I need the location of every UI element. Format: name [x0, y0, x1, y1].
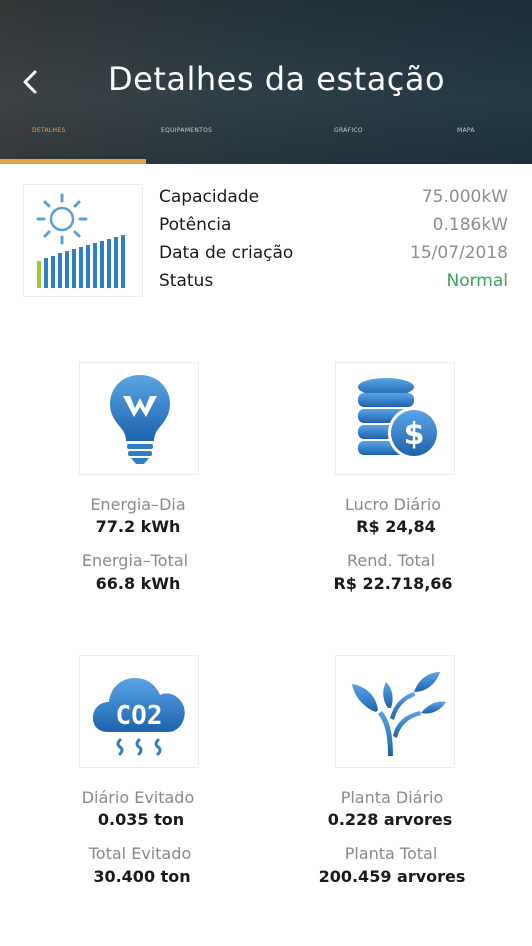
tab-mapa[interactable]: MAPA: [457, 127, 475, 134]
tab-grafico[interactable]: GRÁFICO: [334, 127, 363, 134]
co2-day-value: 0.035 ton: [97, 810, 185, 829]
creation-date-label: Data de criação: [159, 243, 294, 263]
energy-total-value: 66.8 kWh: [95, 574, 181, 593]
plant-card: [335, 655, 455, 768]
plant-day-label: Planta Diário: [340, 788, 444, 807]
page-title: Detalhes da estação: [108, 60, 446, 98]
energy-card: [79, 362, 199, 475]
co2-text: CO2: [116, 701, 163, 731]
tab-equipamentos[interactable]: EQUIPAMENTOS: [161, 127, 212, 134]
co2-total-value: 30.400 ton: [93, 867, 191, 886]
profit-total-label: Rend. Total: [346, 551, 436, 570]
creation-date-value: 15/07/2018: [410, 243, 508, 263]
solar-station-icon: [36, 193, 125, 288]
energy-total-label: Energia–Total: [81, 551, 189, 570]
co2-cloud-icon: CO2: [92, 678, 185, 756]
svg-text:$: $: [404, 417, 425, 452]
profit-total-value: R$ 22.718,66: [333, 574, 453, 593]
power-value: 0.186kW: [432, 215, 508, 235]
plant-icon: [352, 672, 446, 756]
capacity-value: 75.000kW: [421, 187, 508, 207]
chevron-left-icon: [23, 70, 37, 94]
lightbulb-icon: [110, 375, 170, 464]
app-header: Detalhes da estação DETALHES EQUIPAMENTO…: [0, 0, 532, 164]
co2-total-label: Total Evitado: [88, 844, 192, 863]
co2-day-label: Diário Evitado: [81, 788, 195, 807]
station-thumbnail: [23, 184, 143, 297]
profit-day-value: R$ 24,84: [356, 517, 436, 536]
power-label: Potência: [159, 215, 232, 235]
status-label: Status: [159, 271, 214, 291]
plant-total-value: 200.459 arvores: [318, 867, 466, 886]
active-tab-indicator: [0, 159, 146, 164]
energy-day-value: 77.2 kWh: [95, 517, 181, 536]
back-button[interactable]: [18, 64, 46, 100]
co2-card: CO2: [79, 655, 199, 768]
plant-total-label: Planta Total: [344, 844, 438, 863]
capacity-label: Capacidade: [159, 187, 260, 207]
status-value: Normal: [446, 271, 508, 291]
profit-card: $: [335, 362, 455, 475]
tab-detalhes[interactable]: DETALHES: [32, 127, 66, 134]
energy-day-label: Energia–Dia: [90, 495, 186, 514]
coins-dollar-icon: $: [358, 378, 440, 459]
plant-day-value: 0.228 arvores: [327, 810, 453, 829]
profit-day-label: Lucro Diário: [344, 495, 442, 514]
